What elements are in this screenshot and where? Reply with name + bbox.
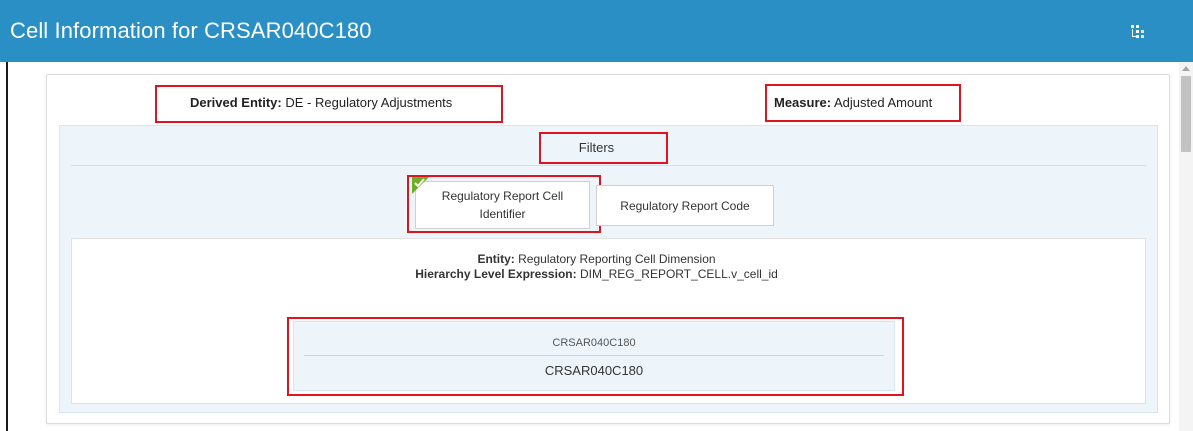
entity-label: Entity: [477, 252, 515, 266]
window-title: Cell Information for CRSAR040C180 [10, 18, 372, 43]
hierarchy-icon[interactable] [1128, 22, 1148, 42]
scroll-up-icon[interactable] [1182, 66, 1190, 71]
entity-line: Entity: Regulatory Reporting Cell Dimens… [0, 252, 1193, 266]
hierarchy-line: Hierarchy Level Expression: DIM_REG_REPO… [0, 267, 1193, 281]
highlight-selected-tab [407, 175, 601, 233]
entity-value: Regulatory Reporting Cell Dimension [518, 252, 716, 266]
window-left-edge [6, 62, 8, 431]
hierarchy-label: Hierarchy Level Expression: [415, 267, 577, 281]
hierarchy-value: DIM_REG_REPORT_CELL.v_cell_id [579, 267, 778, 281]
highlight-filters [539, 132, 668, 164]
tab-label: Regulatory Report Code [620, 198, 750, 213]
tab-regulatory-report-code[interactable]: Regulatory Report Code [596, 185, 774, 226]
highlight-derived-entity [155, 85, 503, 123]
highlight-filter-values [287, 317, 904, 396]
highlight-measure [765, 84, 961, 122]
title-bar: Cell Information for CRSAR040C180 [0, 0, 1193, 62]
filters-divider [71, 165, 1146, 166]
